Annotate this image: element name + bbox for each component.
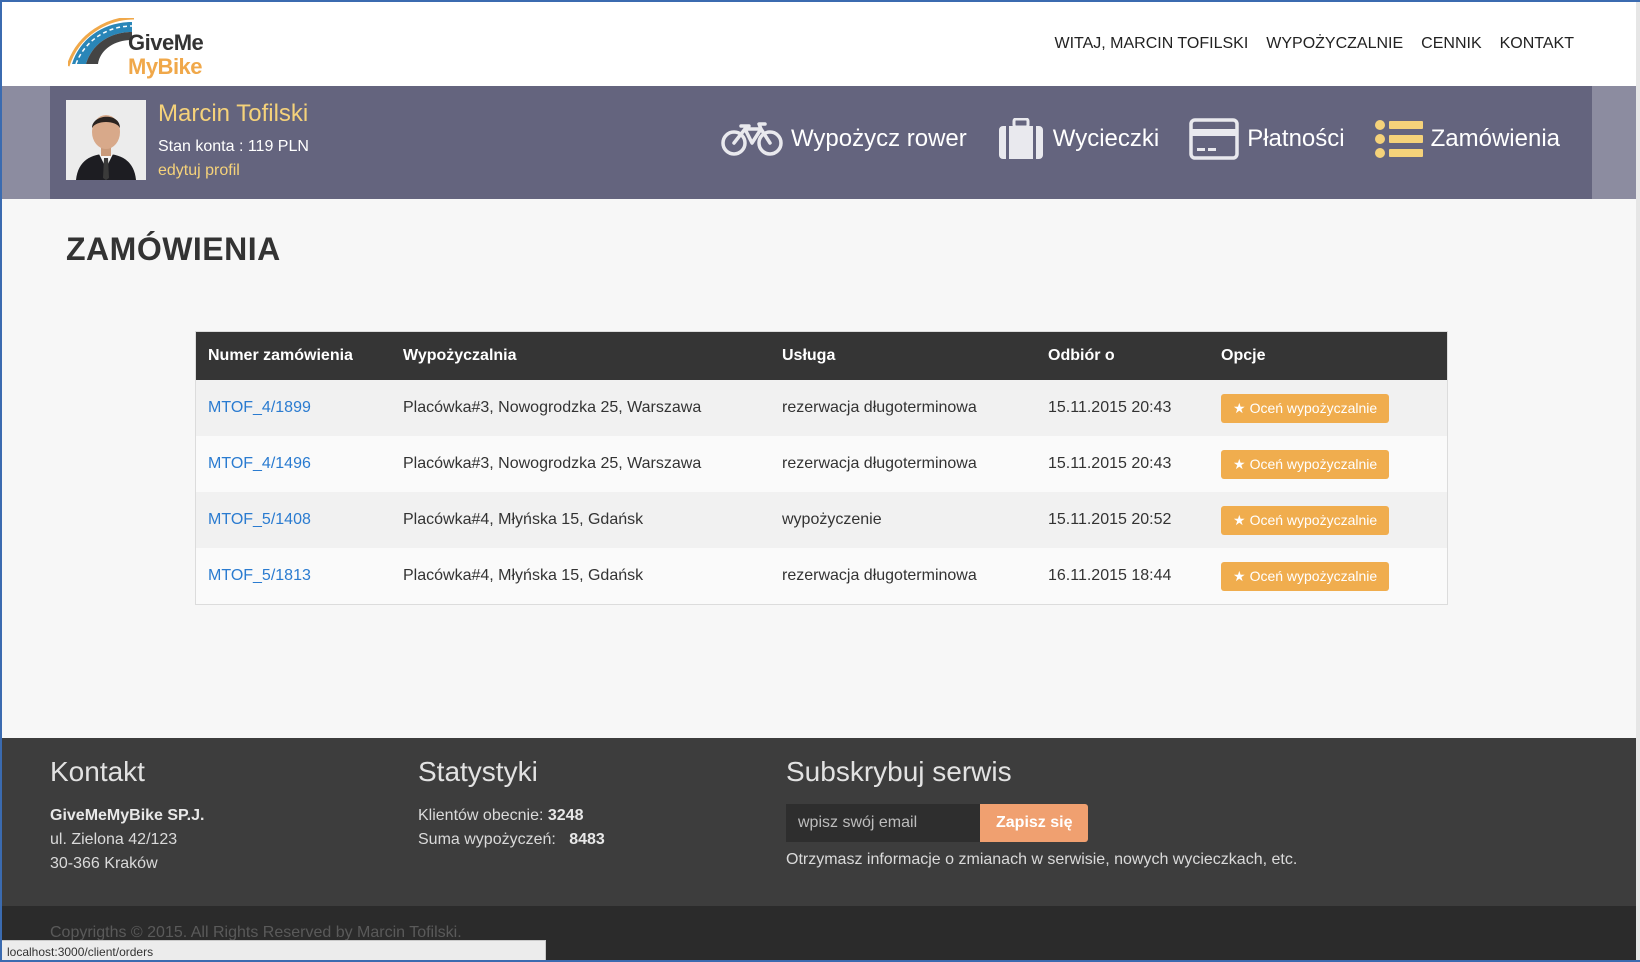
order-service: rezerwacja długoterminowa	[770, 380, 1036, 436]
order-pickup-time: 16.11.2015 18:44	[1036, 548, 1209, 604]
clients-label: Klientów obecnie:	[418, 807, 544, 824]
rate-button-label: Oceń wypożyczalnie	[1249, 400, 1378, 416]
footer-subscribe: Subskrybuj serwis Zapisz się Otrzymasz i…	[786, 756, 1297, 872]
orders-table-wrapper: Numer zamówienia Wypożyczalnia Usługa Od…	[195, 331, 1448, 605]
table-row: MTOF_5/1813 Placówka#4, Młyńska 15, Gdań…	[196, 548, 1447, 604]
account-navigation: Wypożycz rower Wycieczki Płatności Zamów…	[721, 118, 1560, 160]
company-name: GiveMeMyBike SP.J.	[50, 807, 205, 824]
credit-card-icon	[1189, 118, 1239, 160]
profile-band: Marcin Tofilski Stan konta : 119 PLN edy…	[2, 86, 1640, 199]
star-icon: ★	[1233, 399, 1246, 416]
logo-text-mybike: MyBike	[128, 54, 203, 79]
order-pickup-time: 15.11.2015 20:43	[1036, 380, 1209, 436]
footer-contact: Kontakt GiveMeMyBike SP.J. ul. Zielona 4…	[50, 756, 204, 876]
order-number-link[interactable]: MTOF_4/1496	[208, 455, 311, 472]
column-header-order-number: Numer zamówienia	[196, 332, 391, 380]
scrollbar[interactable]	[1636, 2, 1640, 960]
column-header-options: Opcje	[1209, 332, 1447, 380]
rate-button-label: Oceń wypożyczalnie	[1249, 568, 1378, 584]
order-service: wypożyczenie	[770, 492, 1036, 548]
rate-rental-shop-button[interactable]: ★ Oceń wypożyczalnie	[1221, 505, 1390, 535]
edit-profile-link[interactable]: edytuj profil	[158, 162, 240, 180]
order-service: rezerwacja długoterminowa	[770, 548, 1036, 604]
subscribe-form: Zapisz się	[786, 804, 1297, 842]
nav-orders-label: Zamówienia	[1430, 125, 1560, 152]
order-service: rezerwacja długoterminowa	[770, 436, 1036, 492]
suitcase-icon	[998, 118, 1043, 159]
road-logo-icon	[68, 18, 134, 67]
column-header-pickup: Odbiór o	[1036, 332, 1209, 380]
rentals-count: 8483	[569, 831, 605, 848]
nav-trips[interactable]: Wycieczki	[997, 118, 1159, 160]
footer-subscribe-title: Subskrybuj serwis	[786, 756, 1012, 787]
order-rental-shop: Placówka#3, Nowogrodzka 25, Warszawa	[391, 436, 770, 492]
profile-band-inner: Marcin Tofilski Stan konta : 119 PLN edy…	[50, 86, 1592, 199]
table-row: MTOF_5/1408 Placówka#4, Młyńska 15, Gdań…	[196, 492, 1447, 548]
orders-table: Numer zamówienia Wypożyczalnia Usługa Od…	[196, 332, 1447, 604]
nav-payments[interactable]: Płatności	[1189, 118, 1345, 160]
order-rental-shop: Placówka#3, Nowogrodzka 25, Warszawa	[391, 380, 770, 436]
subscribe-button[interactable]: Zapisz się	[980, 804, 1089, 842]
logo-text-giveme: GiveMe	[128, 30, 204, 55]
order-rental-shop: Placówka#4, Młyńska 15, Gdańsk	[391, 548, 770, 604]
site-footer: Kontakt GiveMeMyBike SP.J. ul. Zielona 4…	[2, 738, 1640, 906]
nav-payments-label: Płatności	[1247, 125, 1345, 152]
footer-stats-title: Statystyki	[418, 756, 538, 787]
top-navigation: WITAJ, MARCIN TOFILSKI WYPOŻYCZALNIE CEN…	[1054, 35, 1574, 53]
column-header-rental-shop: Wypożyczalnia	[391, 332, 770, 380]
nav-trips-label: Wycieczki	[1052, 125, 1160, 152]
footer-stats: Statystyki Klientów obecnie: 3248 Suma w…	[418, 756, 605, 852]
browser-viewport: GiveMe MyBike WITAJ, MARCIN TOFILSKI WYP…	[0, 0, 1640, 962]
rentals-label: Suma wypożyczeń:	[418, 831, 556, 848]
company-street: ul. Zielona 42/123	[50, 831, 178, 848]
rate-rental-shop-button[interactable]: ★ Oceń wypożyczalnie	[1221, 393, 1390, 423]
company-city: 30-366 Kraków	[50, 855, 158, 872]
order-number-link[interactable]: MTOF_5/1813	[208, 567, 311, 584]
subscribe-note: Otrzymasz informacje o zmianach w serwis…	[786, 851, 1298, 868]
column-header-service: Usługa	[770, 332, 1036, 380]
order-pickup-time: 15.11.2015 20:52	[1036, 492, 1209, 548]
order-pickup-time: 15.11.2015 20:43	[1036, 436, 1209, 492]
main-content: ZAMÓWIENIA Numer zamówienia Wypożyczalni…	[2, 199, 1640, 738]
user-photo-icon	[66, 100, 146, 180]
nav-link-rental-shops[interactable]: WYPOŻYCZALNIE	[1266, 35, 1403, 53]
table-row: MTOF_4/1496 Placówka#3, Nowogrodzka 25, …	[196, 436, 1447, 492]
clients-count: 3248	[547, 807, 584, 824]
email-field[interactable]	[786, 804, 980, 842]
bicycle-icon	[721, 122, 783, 156]
account-balance: Stan konta : 119 PLN	[158, 138, 309, 155]
order-number-link[interactable]: MTOF_5/1408	[208, 511, 311, 528]
order-rental-shop: Placówka#4, Młyńska 15, Gdańsk	[391, 492, 770, 548]
list-icon	[1374, 120, 1423, 158]
nav-rent-bike[interactable]: Wypożycz rower	[721, 121, 967, 157]
nav-link-contact[interactable]: KONTAKT	[1500, 35, 1574, 53]
rate-button-label: Oceń wypożyczalnie	[1249, 512, 1378, 528]
browser-status-bar: localhost:3000/client/orders	[2, 940, 546, 960]
nav-link-pricing[interactable]: CENNIK	[1421, 35, 1481, 53]
nav-rent-bike-label: Wypożycz rower	[790, 125, 967, 152]
footer-contact-title: Kontakt	[50, 756, 145, 787]
rate-rental-shop-button[interactable]: ★ Oceń wypożyczalnie	[1221, 561, 1390, 591]
avatar	[66, 100, 146, 180]
site-logo[interactable]: GiveMe MyBike	[68, 12, 204, 79]
table-header-row: Numer zamówienia Wypożyczalnia Usługa Od…	[196, 332, 1447, 380]
table-row: MTOF_4/1899 Placówka#3, Nowogrodzka 25, …	[196, 380, 1447, 436]
site-header: GiveMe MyBike WITAJ, MARCIN TOFILSKI WYP…	[2, 2, 1640, 86]
star-icon: ★	[1233, 455, 1246, 472]
star-icon: ★	[1233, 511, 1246, 528]
rate-rental-shop-button[interactable]: ★ Oceń wypożyczalnie	[1221, 449, 1390, 479]
page-title: ZAMÓWIENIA	[66, 231, 281, 267]
nav-orders[interactable]: Zamówienia	[1374, 120, 1560, 158]
nav-link-welcome-user[interactable]: WITAJ, MARCIN TOFILSKI	[1054, 35, 1248, 53]
rate-button-label: Oceń wypożyczalnie	[1249, 456, 1378, 472]
star-icon: ★	[1233, 567, 1246, 584]
profile-name: Marcin Tofilski	[158, 100, 309, 127]
order-number-link[interactable]: MTOF_4/1899	[208, 399, 311, 416]
